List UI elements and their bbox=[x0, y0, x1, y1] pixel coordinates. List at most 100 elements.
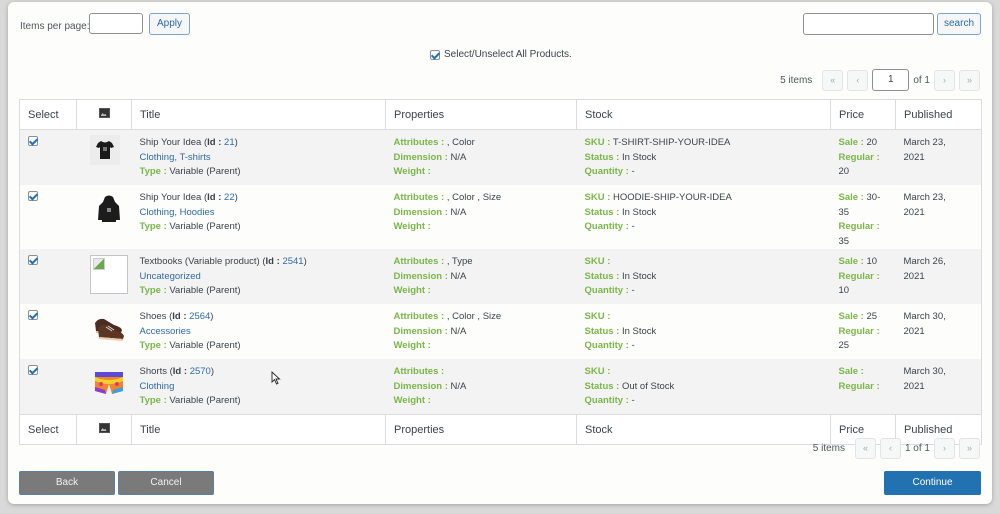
type-value: Variable (Parent) bbox=[169, 166, 241, 177]
row-checkbox[interactable] bbox=[28, 365, 38, 375]
total-pages: of 1 bbox=[913, 74, 930, 86]
attributes-label: Attributes : bbox=[393, 192, 445, 203]
status-label: Status : bbox=[584, 151, 620, 163]
sale-label: Sale : bbox=[838, 256, 864, 267]
sku-label: SKU : bbox=[584, 311, 611, 322]
prev-page-button[interactable]: ‹ bbox=[879, 438, 901, 459]
product-name[interactable]: Ship Your Idea bbox=[140, 192, 202, 203]
column-properties: Properties bbox=[385, 99, 577, 130]
first-page-button[interactable]: « bbox=[822, 69, 844, 91]
first-page-button[interactable]: « bbox=[854, 438, 876, 459]
stock-cell: SKU : Status : In Stock Quantity : - bbox=[576, 249, 831, 304]
properties-cell: Attributes : , Color , Size Dimension : … bbox=[385, 304, 577, 359]
select-all-checkbox[interactable] bbox=[430, 49, 440, 60]
row-checkbox[interactable] bbox=[28, 310, 38, 320]
broken-image-icon bbox=[89, 255, 128, 294]
continue-button[interactable]: Continue bbox=[884, 471, 981, 495]
product-categories-link[interactable]: Clothing bbox=[140, 380, 378, 395]
last-page-button[interactable]: » bbox=[959, 438, 980, 459]
cancel-button[interactable]: Cancel bbox=[118, 471, 214, 495]
row-checkbox[interactable] bbox=[28, 191, 38, 201]
product-id-link[interactable]: 22 bbox=[224, 192, 235, 203]
stock-cell: SKU : Status : Out of Stock Quantity : - bbox=[576, 359, 831, 415]
dimension-label: Dimension : bbox=[393, 206, 448, 218]
product-id-link[interactable]: 2564 bbox=[189, 311, 210, 322]
column-select[interactable]: Select bbox=[19, 99, 77, 130]
stock-cell: SKU : Status : In Stock Quantity : - bbox=[576, 304, 831, 359]
status-value: In Stock bbox=[621, 151, 657, 163]
product-categories-link[interactable]: Accessories bbox=[140, 325, 378, 340]
row-checkbox[interactable] bbox=[28, 255, 38, 265]
next-page-button[interactable]: › bbox=[934, 69, 955, 91]
status-value: In Stock bbox=[621, 206, 657, 218]
product-name[interactable]: Shoes bbox=[140, 311, 167, 322]
select-cell bbox=[19, 129, 77, 185]
type-label: Type : bbox=[139, 340, 167, 351]
apply-button[interactable]: Apply bbox=[149, 13, 190, 35]
weight-label: Weight : bbox=[393, 221, 431, 232]
product-name[interactable]: Textbooks (Variable product) bbox=[140, 256, 260, 267]
product-categories-link[interactable]: Clothing, T-shirts bbox=[140, 151, 378, 166]
type-value: Variable (Parent) bbox=[169, 285, 241, 296]
items-per-page-input[interactable] bbox=[89, 13, 143, 34]
sku-value: HOODIE-SHIP-YOUR-IDEA bbox=[613, 192, 732, 203]
product-id-link[interactable]: 2570 bbox=[190, 366, 211, 377]
attributes-label: Attributes : bbox=[393, 366, 445, 377]
regular-label: Regular : bbox=[838, 325, 880, 337]
search-button[interactable]: search bbox=[937, 13, 981, 35]
select-all-toggle[interactable]: Select/Unselect All Products. bbox=[430, 49, 572, 60]
sku-label: SKU : bbox=[584, 137, 611, 148]
quantity-label: Quantity : bbox=[584, 166, 629, 177]
shorts-thumbnail bbox=[90, 364, 128, 402]
regular-value: 10 bbox=[838, 285, 850, 296]
column-title[interactable]: Title bbox=[131, 414, 386, 445]
product-categories-link[interactable]: Clothing, Hoodies bbox=[140, 206, 378, 221]
sale-value: 25 bbox=[866, 311, 878, 322]
table-row: Shoes (Id : 2564) Accessories Type : Var… bbox=[19, 304, 982, 359]
items-per-page-label: Items per page: bbox=[20, 21, 90, 32]
column-image bbox=[76, 414, 132, 445]
product-id-link[interactable]: 21 bbox=[224, 137, 235, 148]
status-label: Status : bbox=[584, 270, 620, 282]
item-count: 5 items bbox=[812, 443, 845, 454]
pagination-bottom: 5 items « ‹ 1 of 1 › » bbox=[813, 438, 980, 459]
id-label: Id bbox=[265, 256, 274, 267]
product-name[interactable]: Ship Your Idea bbox=[140, 137, 202, 148]
image-cell bbox=[76, 129, 132, 185]
prev-page-button[interactable]: ‹ bbox=[847, 69, 869, 91]
select-cell bbox=[19, 185, 77, 249]
regular-value: 25 bbox=[838, 340, 850, 351]
column-published[interactable]: Published bbox=[895, 99, 982, 130]
weight-label: Weight : bbox=[393, 395, 431, 406]
row-checkbox[interactable] bbox=[28, 136, 38, 146]
back-button[interactable]: Back bbox=[19, 471, 115, 495]
dimension-value: N/A bbox=[450, 380, 467, 392]
last-page-button[interactable]: » bbox=[959, 69, 980, 91]
product-id-link[interactable]: 2541 bbox=[282, 256, 303, 267]
price-cell: Sale : 20 Regular : 20 bbox=[830, 129, 896, 185]
column-select[interactable]: Select bbox=[19, 414, 77, 445]
published-cell: March 23, 2021 bbox=[895, 185, 982, 249]
table-row: Ship Your Idea (Id : 21) Clothing, T-shi… bbox=[19, 129, 982, 185]
type-value: Variable (Parent) bbox=[169, 340, 241, 351]
next-page-button[interactable]: › bbox=[934, 438, 955, 459]
status-value: Out of Stock bbox=[621, 380, 675, 392]
id-label: Id bbox=[207, 192, 216, 203]
image-cell bbox=[76, 359, 132, 415]
image-cell bbox=[76, 304, 132, 359]
current-page-input[interactable]: 1 bbox=[872, 69, 910, 91]
attributes-value: , Type bbox=[446, 256, 473, 267]
quantity-value: - bbox=[631, 166, 635, 177]
product-categories-link[interactable]: Uncategorized bbox=[140, 270, 378, 285]
column-title[interactable]: Title bbox=[131, 99, 386, 130]
regular-label: Regular : bbox=[838, 380, 880, 392]
search-input[interactable] bbox=[803, 13, 934, 35]
column-price[interactable]: Price bbox=[830, 99, 896, 130]
status-value: In Stock bbox=[621, 270, 657, 282]
dimension-label: Dimension : bbox=[393, 151, 448, 163]
type-value: Variable (Parent) bbox=[169, 395, 241, 406]
sale-label: Sale : bbox=[838, 192, 864, 203]
product-name[interactable]: Shorts bbox=[140, 366, 167, 377]
published-year: 2021 bbox=[903, 325, 925, 337]
column-image bbox=[76, 99, 132, 130]
